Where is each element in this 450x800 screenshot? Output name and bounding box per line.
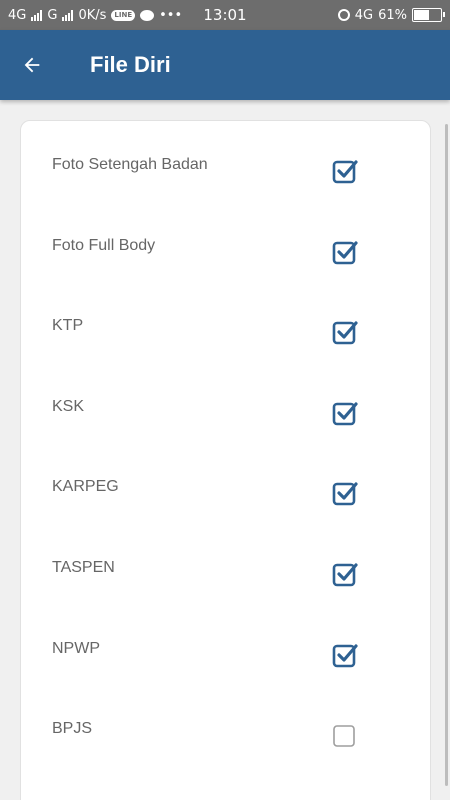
network-speed: 0K/s bbox=[78, 7, 107, 23]
list-item: KSK bbox=[21, 398, 430, 458]
battery-icon bbox=[412, 8, 445, 22]
document-label: Foto Setengah Badan bbox=[52, 156, 208, 173]
arrow-left-icon bbox=[24, 57, 40, 73]
network-type-3: 4G bbox=[354, 7, 374, 23]
status-right: 4G 61% bbox=[337, 7, 445, 23]
list-item: TASPEN bbox=[21, 559, 430, 619]
document-label: KSK bbox=[52, 397, 85, 415]
list-item: NPWP bbox=[21, 640, 430, 700]
alarm-icon bbox=[337, 9, 350, 21]
status-left: 4G G 0K/s LINE ••• bbox=[8, 8, 338, 23]
status-bar: 4G G 0K/s LINE ••• 13:01 4G 61% bbox=[0, 0, 450, 30]
document-label: Foto Full Body bbox=[52, 236, 156, 254]
page-title: File Diri bbox=[90, 52, 171, 77]
checkbox-unchecked-icon[interactable] bbox=[332, 722, 358, 748]
document-label: NPWP bbox=[52, 639, 100, 657]
list-item: BPJS bbox=[21, 720, 430, 780]
checkbox-checked-icon[interactable] bbox=[332, 561, 358, 587]
document-checklist-card: Foto Setengah Badan Foto Full Body KTP KSK K… bbox=[20, 120, 431, 800]
document-label: TASPEN bbox=[52, 559, 115, 576]
list-item: Foto Full Body bbox=[21, 237, 430, 297]
app-bar: File Diri bbox=[0, 30, 450, 100]
document-label: KARPEG bbox=[52, 478, 119, 496]
checkbox-checked-icon[interactable] bbox=[332, 642, 358, 668]
checkbox-checked-icon[interactable] bbox=[332, 400, 358, 426]
network-type-1: 4G bbox=[8, 7, 27, 23]
checkbox-checked-icon[interactable] bbox=[332, 158, 358, 184]
network-type-2: G bbox=[47, 7, 58, 23]
line-app-icon: LINE bbox=[111, 9, 136, 21]
document-label: KTP bbox=[52, 317, 84, 335]
scrollbar[interactable] bbox=[445, 124, 448, 786]
back-button[interactable] bbox=[0, 30, 64, 100]
checkbox-checked-icon[interactable] bbox=[332, 319, 358, 345]
list-item: KTP bbox=[21, 317, 430, 377]
list-item: Foto Setengah Badan bbox=[21, 156, 430, 216]
battery-percent: 61% bbox=[378, 7, 407, 23]
checkbox-checked-icon[interactable] bbox=[332, 239, 358, 265]
document-label: BPJS bbox=[52, 720, 93, 738]
signal-icon-2 bbox=[62, 9, 74, 21]
list-item: KARPEG bbox=[21, 478, 430, 538]
checkbox-checked-icon[interactable] bbox=[332, 480, 358, 506]
chat-icon bbox=[140, 9, 155, 21]
more-icon: ••• bbox=[159, 7, 183, 23]
signal-icon bbox=[31, 9, 43, 21]
